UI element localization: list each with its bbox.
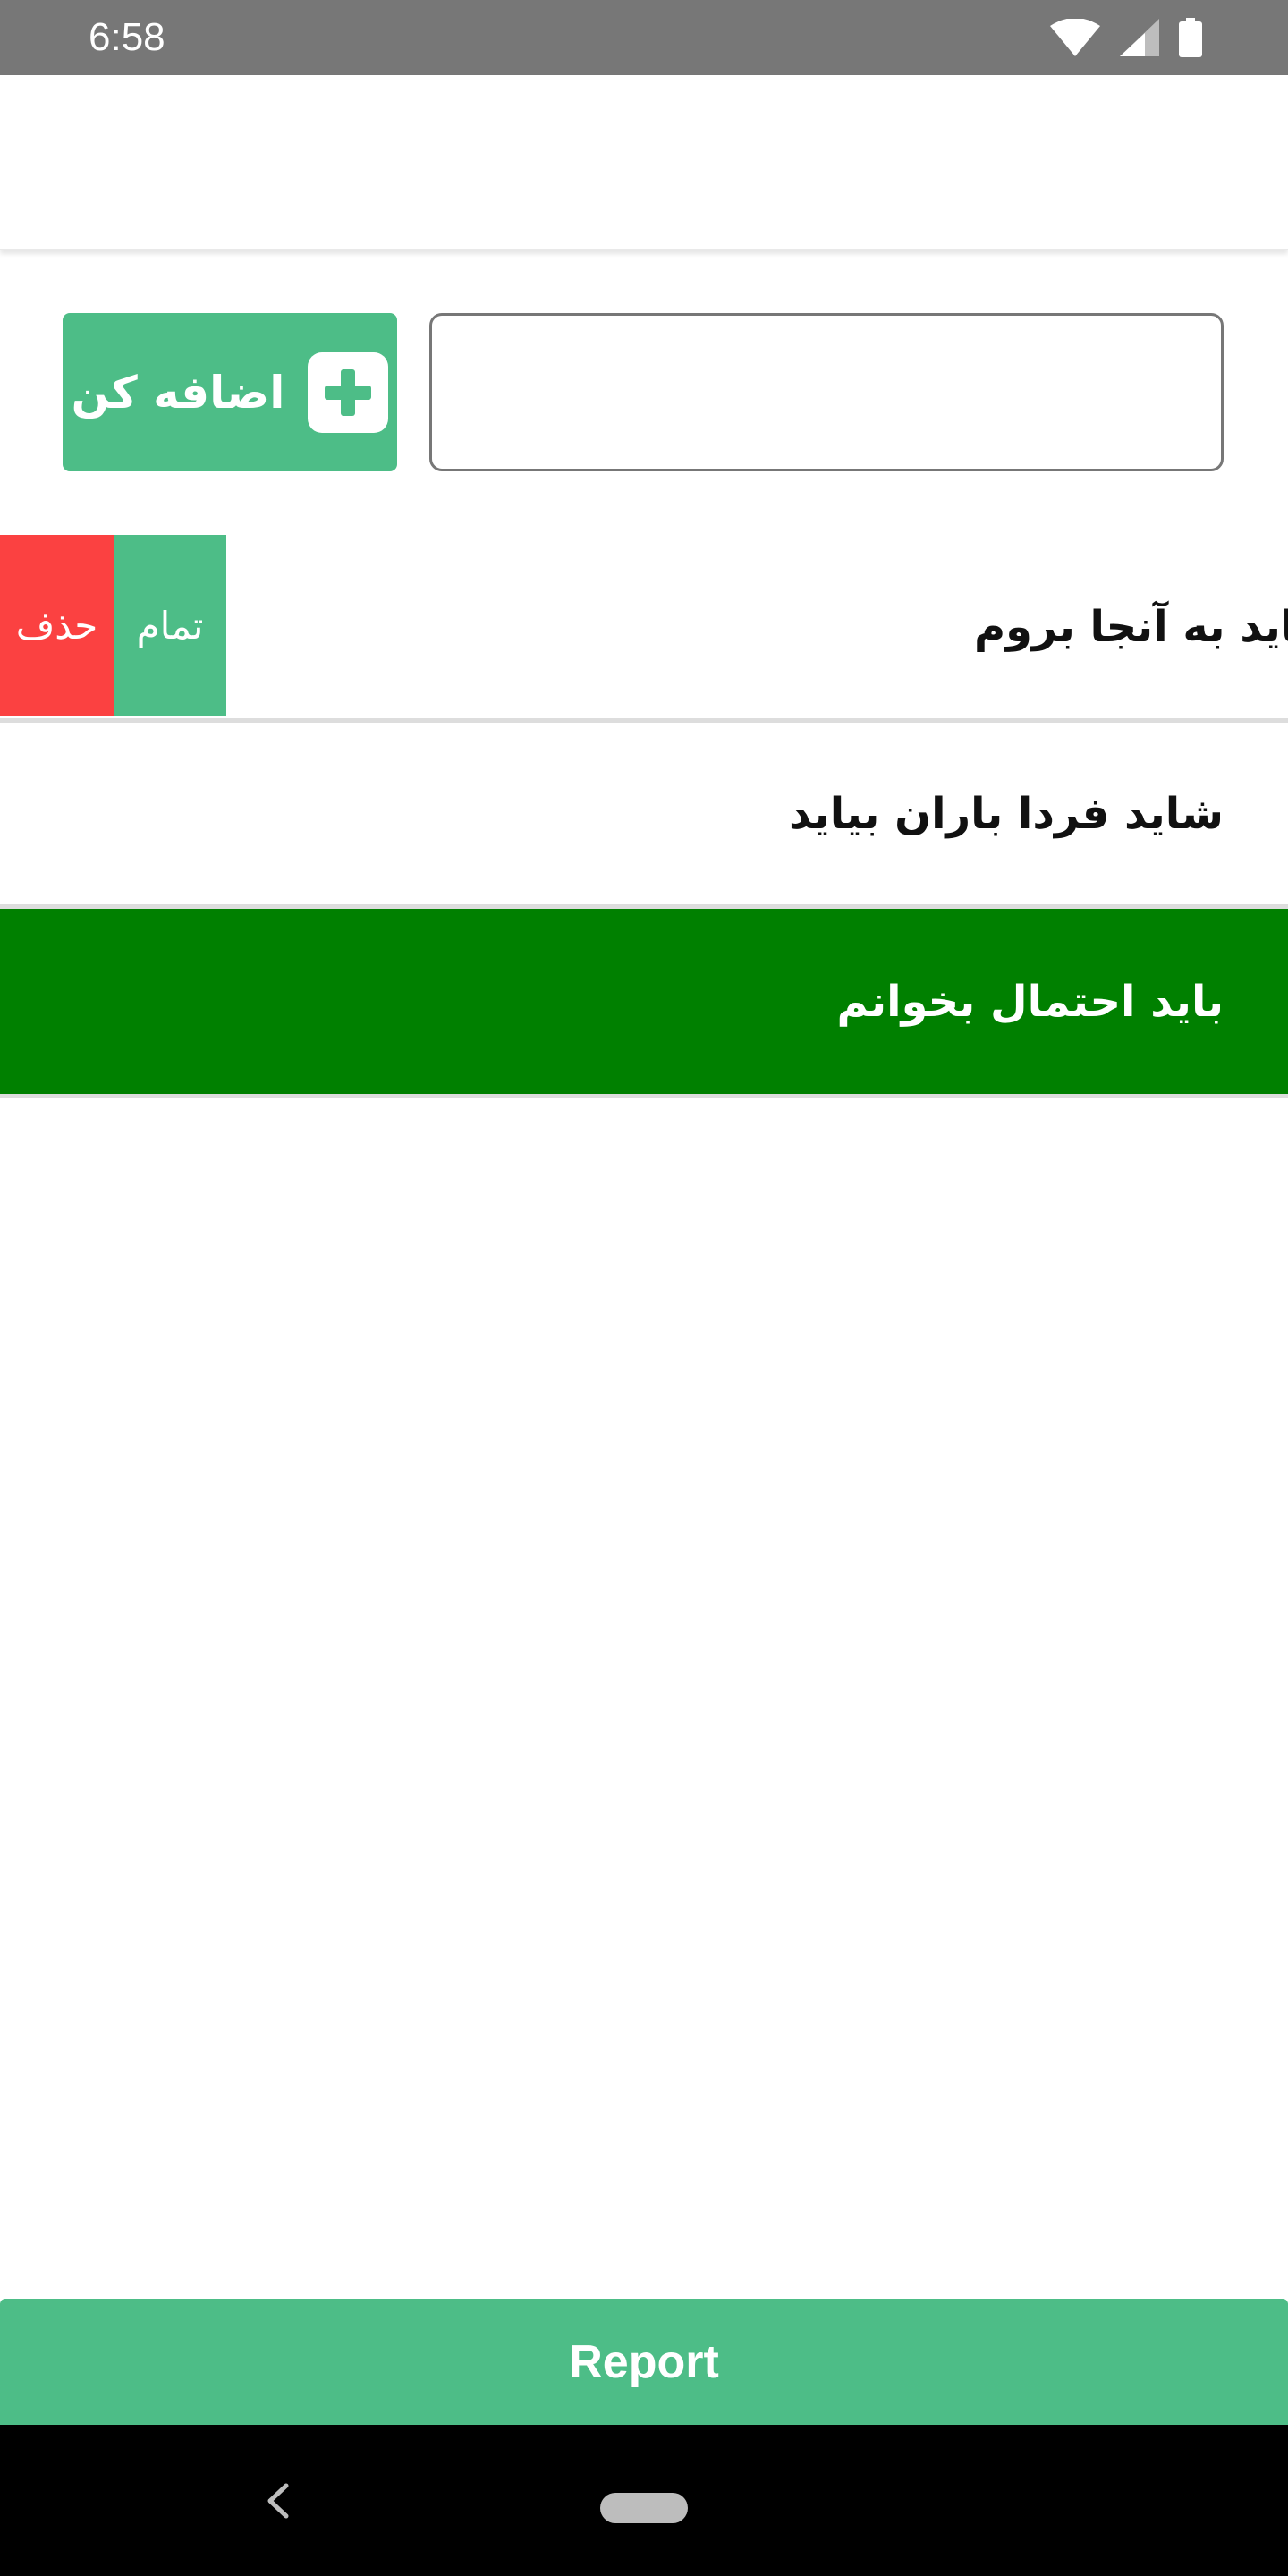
todo-row-text: باید احتمال بخوانم [836,976,1224,1027]
todo-row[interactable]: شاید فردا باران بیاید [0,723,1288,909]
home-pill[interactable] [600,2493,688,2523]
add-button-label: اضافه کن [71,366,285,419]
wifi-icon [1050,19,1100,56]
todo-row-text: باید به آنجا بروم [973,601,1288,652]
todo-row-text: شاید فردا باران بیاید [789,788,1224,839]
back-icon[interactable] [259,2470,295,2532]
todo-input[interactable] [429,313,1224,471]
delete-action-button[interactable]: حذف [0,535,114,716]
status-bar: 6:58 [0,0,1288,75]
todo-row-done[interactable]: باید احتمال بخوانم [0,909,1288,1098]
app-bar [0,75,1288,250]
status-time: 6:58 [89,15,165,59]
done-action-button[interactable]: تمام [114,535,226,716]
cell-signal-icon [1120,19,1159,56]
report-button[interactable]: Report [0,2299,1288,2425]
status-icons [1050,18,1202,57]
battery-icon [1179,18,1202,57]
navigation-bar [0,2425,1288,2576]
plus-icon [308,352,389,433]
add-button[interactable]: اضافه کن [63,313,397,471]
